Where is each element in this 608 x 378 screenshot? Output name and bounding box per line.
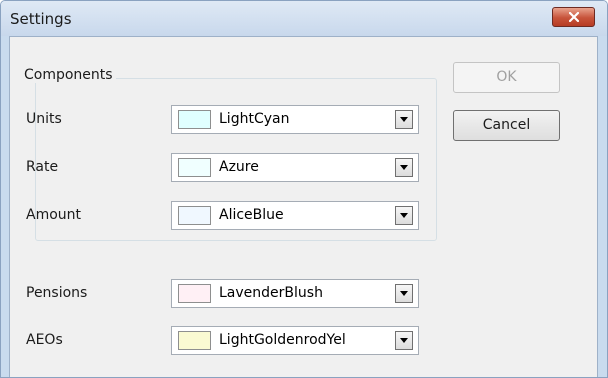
- pensions-label: Pensions: [26, 285, 88, 301]
- settings-dialog: Settings Components Units LightCyan Rate…: [0, 0, 608, 378]
- amount-color-swatch: [178, 206, 211, 225]
- aeos-label: AEOs: [26, 332, 63, 348]
- pensions-dropdown-button[interactable]: [395, 284, 413, 303]
- title-bar[interactable]: Settings: [1, 1, 607, 36]
- amount-label: Amount: [26, 207, 82, 223]
- pensions-color-combobox[interactable]: LavenderBlush: [171, 279, 419, 308]
- rate-label: Rate: [26, 159, 59, 175]
- close-x-icon: [569, 12, 579, 22]
- amount-dropdown-button[interactable]: [395, 206, 413, 225]
- pensions-color-swatch: [178, 284, 211, 303]
- triangle-down-icon: [400, 213, 408, 218]
- pensions-color-value: LavenderBlush: [219, 285, 323, 301]
- triangle-down-icon: [400, 117, 408, 122]
- units-dropdown-button[interactable]: [395, 110, 413, 129]
- units-color-value: LightCyan: [219, 111, 290, 127]
- dialog-body: Components Units LightCyan Rate Azure Am…: [9, 36, 598, 377]
- aeos-dropdown-button[interactable]: [395, 331, 413, 350]
- triangle-down-icon: [400, 338, 408, 343]
- amount-color-value: AliceBlue: [219, 207, 284, 223]
- rate-dropdown-button[interactable]: [395, 158, 413, 177]
- units-color-combobox[interactable]: LightCyan: [171, 105, 419, 134]
- aeos-color-swatch: [178, 331, 211, 350]
- triangle-down-icon: [400, 291, 408, 296]
- aeos-color-value: LightGoldenrodYel: [219, 332, 346, 348]
- rate-color-swatch: [178, 158, 211, 177]
- dialog-title: Settings: [10, 10, 72, 28]
- cancel-button[interactable]: Cancel: [453, 110, 560, 141]
- triangle-down-icon: [400, 165, 408, 170]
- ok-button[interactable]: OK: [453, 62, 560, 93]
- units-color-swatch: [178, 110, 211, 129]
- units-label: Units: [26, 111, 62, 127]
- close-button[interactable]: [552, 7, 595, 27]
- components-group-label: Components: [21, 67, 116, 83]
- aeos-color-combobox[interactable]: LightGoldenrodYel: [171, 326, 419, 355]
- rate-color-combobox[interactable]: Azure: [171, 153, 419, 182]
- amount-color-combobox[interactable]: AliceBlue: [171, 201, 419, 230]
- rate-color-value: Azure: [219, 159, 259, 175]
